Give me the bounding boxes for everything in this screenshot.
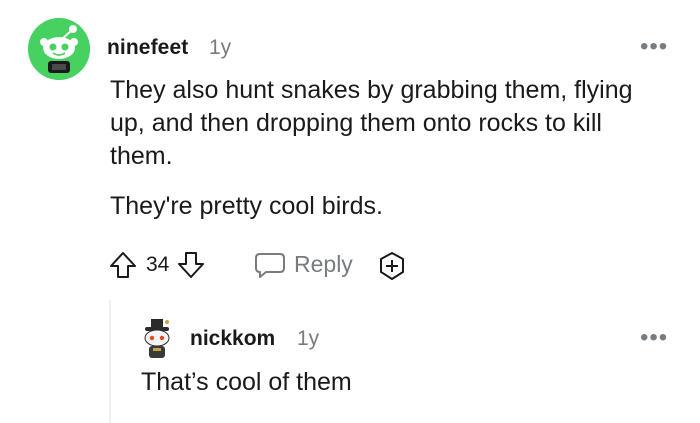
award-plus-icon[interactable] xyxy=(376,250,408,282)
thread-collapse-line[interactable] xyxy=(109,300,111,423)
author-avatar[interactable] xyxy=(28,18,90,80)
snoo-avatar-icon xyxy=(144,319,170,358)
snoo-avatar-icon xyxy=(28,18,90,80)
reply-more-options-button[interactable]: ••• xyxy=(640,326,668,350)
reply-author-avatar[interactable] xyxy=(140,318,174,360)
reply-body: That’s cool of them xyxy=(141,368,352,396)
comment-more-options-button[interactable]: ••• xyxy=(640,35,668,59)
comment-thread: ninefeet 1y ••• They also hunt snakes by… xyxy=(0,0,700,423)
vote-score: 34 xyxy=(146,253,170,276)
comment-age: 1y xyxy=(209,36,232,59)
reply-author[interactable]: nickkom xyxy=(190,327,275,351)
reply-age: 1y xyxy=(297,327,320,350)
comment-body-paragraph-1: They also hunt snakes by grabbing them, … xyxy=(110,76,633,170)
comment-body-paragraph-2: They're pretty cool birds. xyxy=(110,192,383,220)
upvote-arrow-icon[interactable] xyxy=(108,250,138,280)
reply-button[interactable]: Reply xyxy=(294,251,353,278)
comment-author[interactable]: ninefeet xyxy=(107,36,188,60)
downvote-arrow-icon[interactable] xyxy=(176,250,206,280)
speech-bubble-icon[interactable] xyxy=(252,250,288,280)
